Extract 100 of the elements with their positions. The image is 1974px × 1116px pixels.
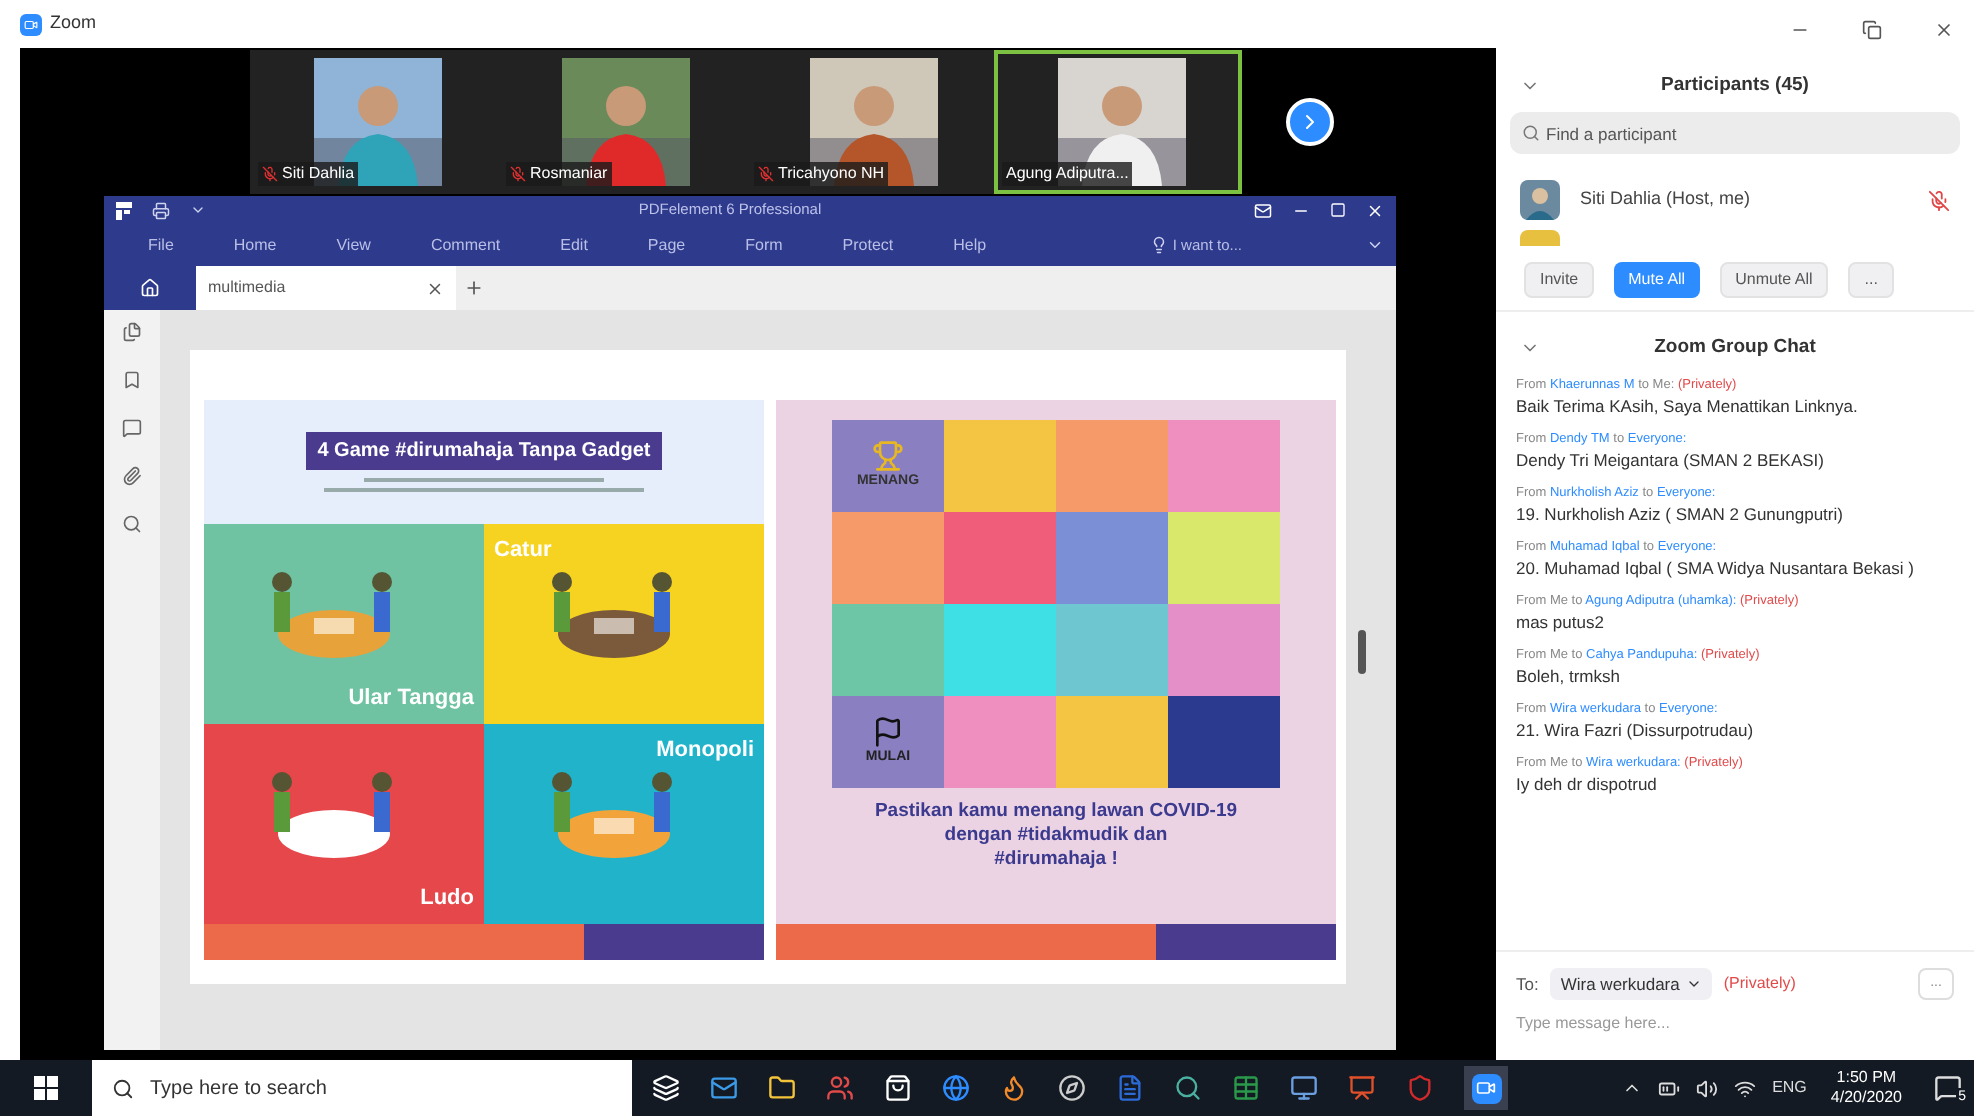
board-square xyxy=(1056,420,1168,512)
message-text: Boleh, trmksh xyxy=(1516,664,1622,688)
restore-icon[interactable] xyxy=(1862,20,1882,40)
board-square xyxy=(1168,420,1280,512)
close-icon[interactable] xyxy=(1934,20,1954,40)
avatar xyxy=(1520,230,1560,246)
board-square xyxy=(944,512,1056,604)
caret-icon[interactable] xyxy=(190,202,206,218)
search-icon xyxy=(1522,124,1540,142)
window-title: Zoom xyxy=(50,10,97,37)
maximize-icon[interactable] xyxy=(1330,202,1346,218)
message-text: 19. Nurkholish Aziz ( SMAN 2 Gunungputri) xyxy=(1516,502,1845,526)
panel-title: Participants (45) xyxy=(1659,71,1811,100)
panel-button[interactable]: Invite xyxy=(1524,262,1595,298)
to-label: To: xyxy=(1516,971,1539,997)
caption-line: Pastikan kamu menang lawan COVID-19 xyxy=(874,800,1238,824)
participant-name: Agung Adiputra... xyxy=(1006,162,1129,186)
clock-time[interactable]: 1:50 PM xyxy=(1836,1068,1897,1088)
video-tile[interactable]: Tricahyono NH xyxy=(746,50,994,194)
board-square xyxy=(1056,512,1168,604)
people-icon[interactable] xyxy=(826,1074,854,1102)
search-icon xyxy=(112,1077,134,1099)
bookmark-icon[interactable] xyxy=(122,370,142,390)
magnifier-icon[interactable] xyxy=(1174,1074,1202,1102)
battery-icon[interactable] xyxy=(1658,1077,1681,1099)
close-icon[interactable] xyxy=(1366,201,1384,219)
zoom-logo-icon xyxy=(20,13,42,35)
shield-icon[interactable] xyxy=(1406,1074,1434,1102)
pages-icon[interactable] xyxy=(122,322,142,342)
clock-date[interactable]: 4/20/2020 xyxy=(1830,1088,1902,1108)
mail-icon[interactable] xyxy=(710,1074,738,1102)
app-logo-icon xyxy=(116,201,132,219)
menu-item[interactable]: Form xyxy=(745,233,783,257)
new-tab-icon[interactable] xyxy=(464,278,484,298)
participant-name: Rosmaniar xyxy=(530,162,608,186)
message-text: Baik Terima KAsih, Saya Menattikan Linknya. xyxy=(1516,394,1860,418)
flag-icon xyxy=(872,715,904,748)
wifi-icon[interactable] xyxy=(1734,1077,1757,1099)
caption-line: dengan #tidakmudik dan xyxy=(944,824,1168,848)
next-page-button[interactable] xyxy=(1286,98,1334,146)
panel-button[interactable]: ... xyxy=(1848,262,1894,298)
globe-icon[interactable] xyxy=(942,1074,970,1102)
video-tile[interactable]: Agung Adiputra... xyxy=(994,50,1242,194)
caption-line: #dirumahaja ! xyxy=(994,848,1118,872)
presentation-icon[interactable] xyxy=(1348,1074,1376,1102)
poster-title: 4 Game #dirumahaja Tanpa Gadget xyxy=(305,431,663,469)
task-view-icon[interactable] xyxy=(652,1074,680,1102)
board-square xyxy=(1056,696,1168,788)
volume-icon[interactable] xyxy=(1696,1077,1719,1099)
message-text: 20. Muhamad Iqbal ( SMA Widya Nusantara Bekasi ) xyxy=(1516,556,1916,580)
menu-item[interactable]: File xyxy=(148,233,174,257)
caret-icon[interactable] xyxy=(1366,236,1384,254)
menu-item[interactable]: Home xyxy=(233,233,277,257)
board-square xyxy=(944,420,1056,512)
search-field[interactable]: Find a participant xyxy=(1510,112,1960,154)
zoom-taskbar-button[interactable] xyxy=(1464,1066,1508,1110)
print-icon[interactable] xyxy=(152,201,170,219)
panel-button[interactable]: Mute All xyxy=(1614,262,1700,298)
search-icon[interactable] xyxy=(122,514,142,534)
document-icon[interactable] xyxy=(1116,1074,1144,1102)
menu-item[interactable]: Comment xyxy=(430,233,501,257)
language-indicator[interactable]: ENG xyxy=(1772,1076,1807,1100)
folder-icon[interactable] xyxy=(768,1074,796,1102)
game-label: Ular Tangga xyxy=(348,683,474,713)
store-icon[interactable] xyxy=(884,1074,912,1102)
comment-icon[interactable] xyxy=(122,418,142,438)
caret-icon xyxy=(1685,976,1702,992)
game-label: Monopoli xyxy=(656,736,754,766)
menu-item[interactable]: Edit xyxy=(560,233,588,257)
flame-icon[interactable] xyxy=(1000,1074,1028,1102)
board-square xyxy=(1168,696,1280,788)
video-tile[interactable]: Rosmaniar xyxy=(498,50,746,194)
message-text: mas putus2 xyxy=(1516,610,1606,634)
notifications-icon[interactable] xyxy=(1934,1074,1962,1102)
document-tab[interactable]: multimedia xyxy=(196,266,456,310)
panel-button[interactable]: Unmute All xyxy=(1719,262,1829,298)
close-tab-icon[interactable] xyxy=(426,279,444,297)
video-tile[interactable]: Siti Dahlia xyxy=(250,50,498,194)
board-square xyxy=(832,512,944,604)
spreadsheet-icon[interactable] xyxy=(1232,1074,1260,1102)
home-tab[interactable] xyxy=(104,266,196,310)
taskbar-search[interactable]: Type here to search xyxy=(92,1060,632,1116)
attachment-icon[interactable] xyxy=(122,466,142,486)
privacy-label: (Privately) xyxy=(1723,972,1796,996)
lightbulb-icon xyxy=(1150,236,1169,254)
monitor-icon[interactable] xyxy=(1290,1074,1318,1102)
video-camera-icon xyxy=(1476,1078,1496,1098)
scrollbar-thumb[interactable] xyxy=(1358,630,1366,674)
recipient-dropdown[interactable]: Wira werkudara xyxy=(1550,968,1712,1000)
menu-item[interactable]: View xyxy=(336,233,371,257)
message-field[interactable]: Type message here... xyxy=(1516,1012,1954,1036)
board-square xyxy=(832,604,944,696)
menu-item[interactable]: Protect xyxy=(842,233,894,257)
board-square xyxy=(1056,604,1168,696)
board-square xyxy=(1168,512,1280,604)
compass-icon[interactable] xyxy=(1058,1074,1086,1102)
menu-item[interactable]: Page xyxy=(647,233,686,257)
participant-name: Tricahyono NH xyxy=(778,162,885,186)
trophy-icon xyxy=(872,439,904,472)
menu-item[interactable]: Help xyxy=(953,233,987,257)
